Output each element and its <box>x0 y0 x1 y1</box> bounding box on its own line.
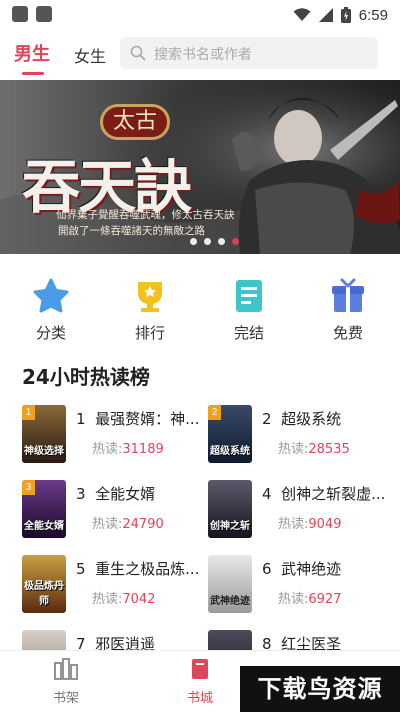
rank-badge: 1 <box>22 405 35 420</box>
cover-title: 全能女婿 <box>24 521 64 532</box>
wifi-icon <box>293 8 311 21</box>
search-icon <box>130 45 146 61</box>
rank-item[interactable]: 武神绝迹 6 武神绝迹 热读:6927 <box>208 555 388 617</box>
nav-label: 书城 <box>186 691 213 706</box>
cover-title: 神级选择 <box>24 446 64 457</box>
menu-label: 免费 <box>332 324 363 342</box>
nav-label: 书架 <box>52 691 79 706</box>
menu-label: 完结 <box>233 324 264 342</box>
promo-banner[interactable]: 太古 吞天訣 仙界棄子覺醒吞噬武魂，修太古吞天訣 開啟了一條吞噬諸天的無敵之路 <box>0 80 400 254</box>
section-title: 24小时热读榜 <box>22 365 150 389</box>
rank-item[interactable]: 创神之斩 4 创神之斩裂虚... 热读:9049 <box>208 480 388 542</box>
rank-item[interactable]: 1 神级选择 1 最强赘婿：神... 热读:31189 <box>22 405 202 467</box>
rank-badge: 2 <box>208 405 221 420</box>
signal-icon <box>318 8 333 22</box>
banner-title-small: 太古 <box>100 104 170 140</box>
book-cover: 3 全能女婿 <box>22 480 66 538</box>
carousel-dot[interactable] <box>204 238 211 245</box>
search-bar[interactable]: 搜索书名或作者 <box>120 37 378 69</box>
star-icon <box>33 278 69 314</box>
rank-item[interactable]: 3 全能女婿 3 全能女婿 热读:24790 <box>22 480 202 542</box>
book-title: 2 超级系统 <box>262 410 342 428</box>
heat-count: 热读:7042 <box>92 592 156 607</box>
notification-icon <box>36 6 52 22</box>
book-title: 6 武神绝迹 <box>262 560 342 578</box>
banner-subtitle: 仙界棄子覺醒吞噬武魂，修太古吞天訣 <box>56 209 235 221</box>
menu-category[interactable]: 分类 <box>21 278 81 343</box>
menu-finished[interactable]: 完结 <box>219 278 279 343</box>
heat-count: 热读:31189 <box>92 442 164 457</box>
book-cover: 创神之斩 <box>208 480 252 538</box>
heat-count: 热读:28535 <box>278 442 350 457</box>
tab-male[interactable]: 男生 <box>14 40 50 66</box>
gift-icon <box>330 278 366 314</box>
cover-title: 极品炼丹师 <box>24 581 64 607</box>
trophy-icon <box>132 278 168 314</box>
nav-bookshelf[interactable]: 书架 <box>36 657 96 706</box>
search-placeholder: 搜索书名或作者 <box>154 47 252 63</box>
cover-title: 超级系统 <box>210 446 250 457</box>
menu-ranking[interactable]: 排行 <box>120 278 180 343</box>
menu-label: 分类 <box>35 324 66 342</box>
book-title: 1 最强赘婿：神... <box>76 410 200 428</box>
rank-item[interactable]: 极品炼丹师 5 重生之极品炼... 热读:7042 <box>22 555 202 617</box>
bookstore-icon <box>192 659 208 679</box>
book-cover: 2 超级系统 <box>208 405 252 463</box>
book-cover: 极品炼丹师 <box>22 555 66 613</box>
banner-subtitle: 開啟了一條吞噬諸天的無敵之路 <box>58 225 205 237</box>
carousel-dot-active[interactable] <box>232 238 239 245</box>
bookshelf-icon <box>54 658 78 680</box>
header: 男生 女生 搜索书名或作者 <box>0 30 400 78</box>
tab-female[interactable]: 女生 <box>74 43 106 67</box>
book-title: 4 创神之斩裂虚... <box>262 485 386 503</box>
cover-title: 创神之斩 <box>210 521 250 532</box>
rank-badge: 3 <box>22 480 35 495</box>
watermark: 下载鸟资源 <box>240 666 400 712</box>
cover-title: 武神绝迹 <box>210 596 250 607</box>
clock: 6:59 <box>358 6 388 24</box>
status-bar: 6:59 <box>0 0 400 30</box>
menu-label: 排行 <box>134 324 165 342</box>
rank-item[interactable]: 2 超级系统 2 超级系统 热读:28535 <box>208 405 388 467</box>
notification-icon <box>12 6 28 22</box>
carousel-indicator[interactable] <box>190 238 239 245</box>
carousel-dot[interactable] <box>190 238 197 245</box>
book-cover: 武神绝迹 <box>208 555 252 613</box>
book-title: 3 全能女婿 <box>76 485 156 503</box>
nav-bookstore[interactable]: 书城 <box>170 657 230 706</box>
heat-count: 热读:9049 <box>278 517 342 532</box>
heat-count: 热读:24790 <box>92 517 164 532</box>
active-tab-indicator <box>22 72 44 75</box>
battery-icon <box>340 7 351 23</box>
menu-free[interactable]: 免费 <box>318 278 378 343</box>
book-title: 5 重生之极品炼... <box>76 560 200 578</box>
book-cover: 1 神级选择 <box>22 405 66 463</box>
carousel-dot[interactable] <box>218 238 225 245</box>
heat-count: 热读:6927 <box>278 592 342 607</box>
quick-menu: 分类 排行 完结 免费 <box>0 278 400 344</box>
book-icon <box>231 278 267 314</box>
